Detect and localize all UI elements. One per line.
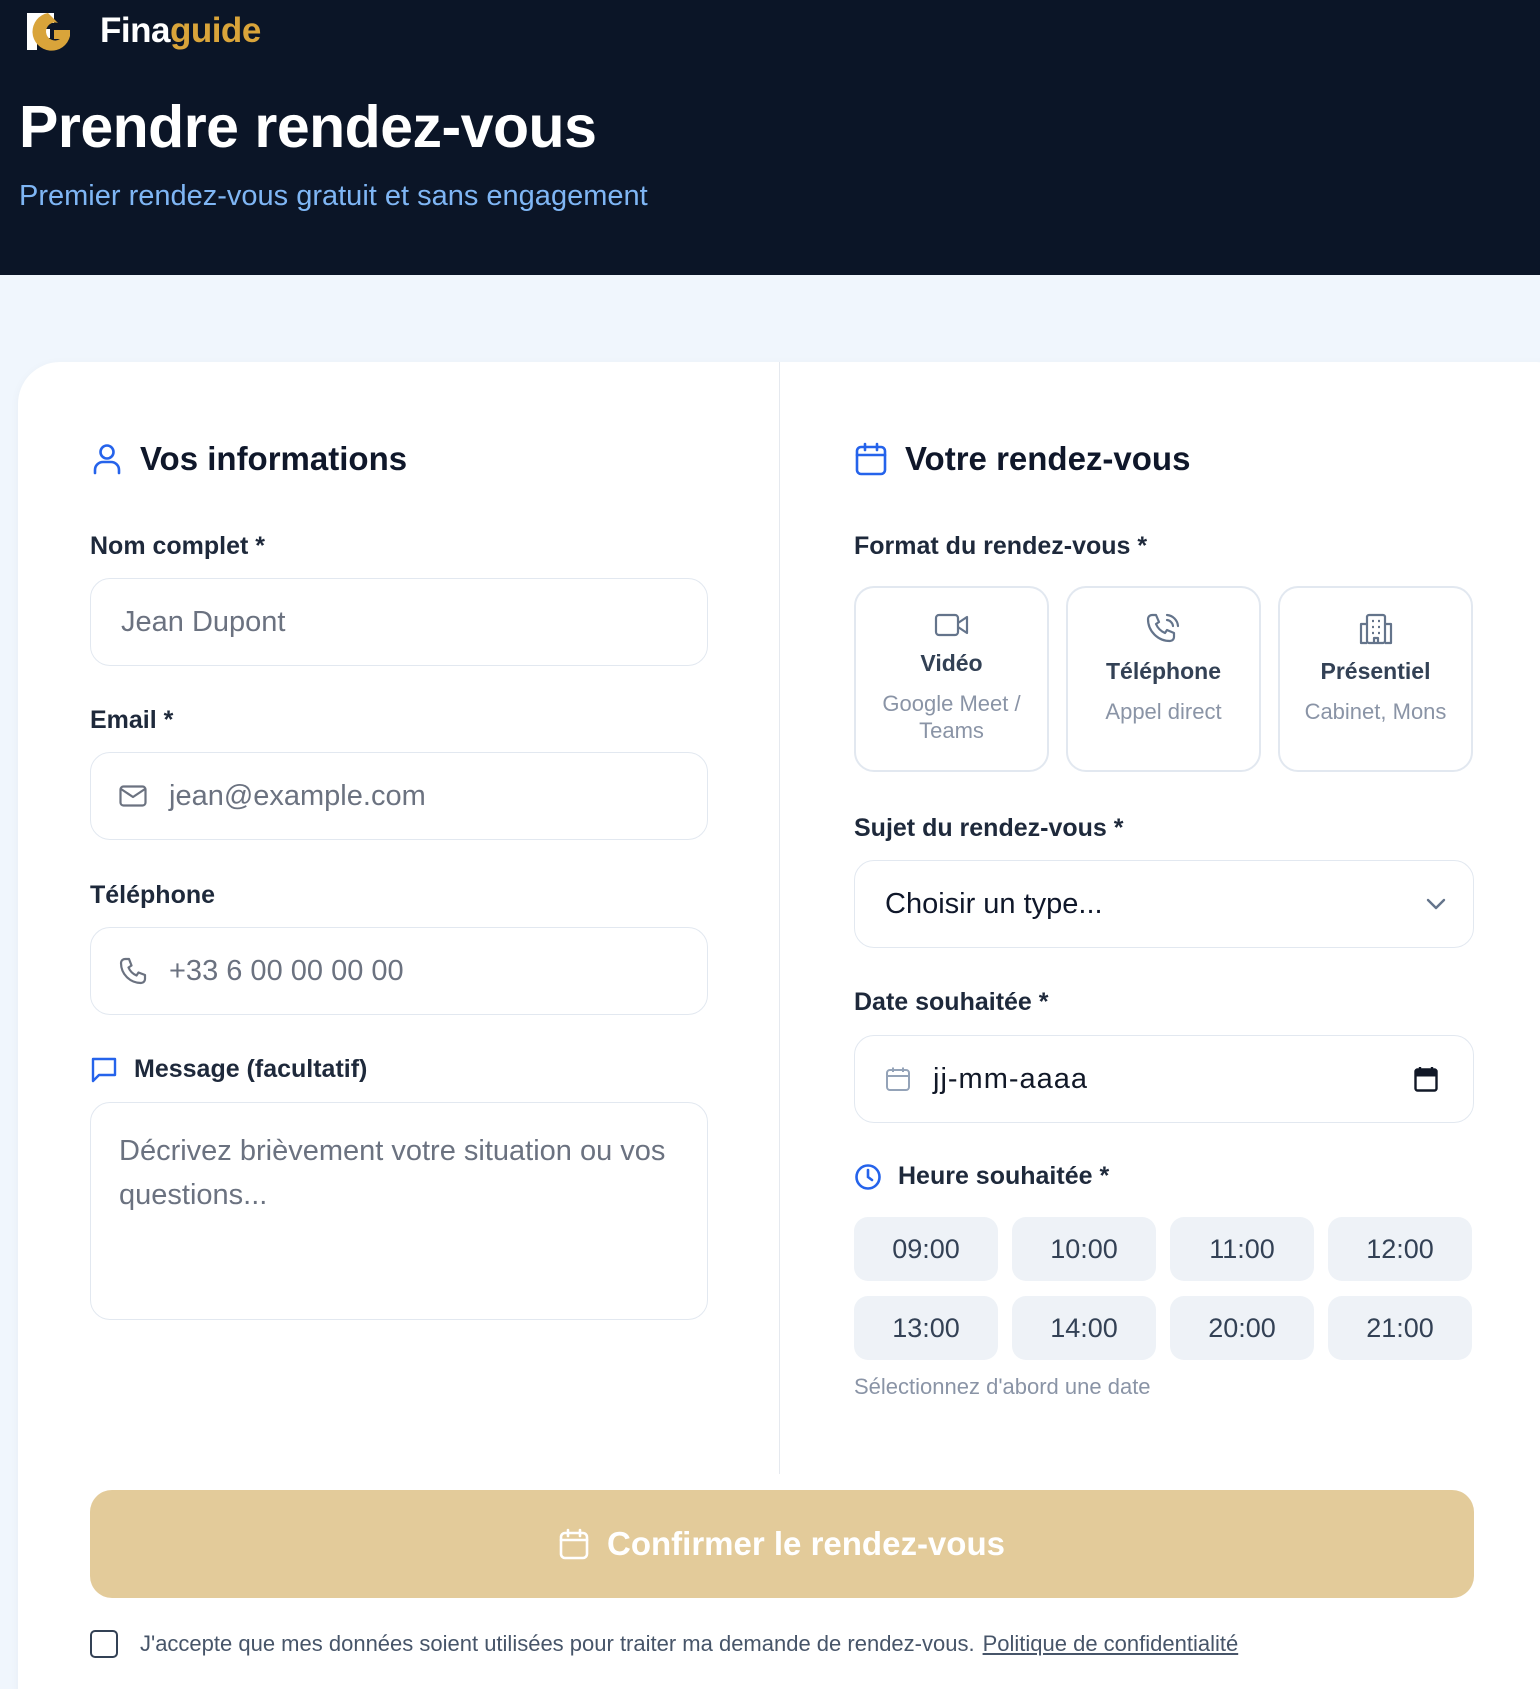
message-label: Message (facultatif) xyxy=(90,1055,367,1084)
format-presentiel-title: Présentiel xyxy=(1320,658,1431,684)
message-textarea[interactable]: Décrivez brièvement votre situation ou v… xyxy=(90,1102,708,1320)
consent-row: J'accepte que mes données soient utilisé… xyxy=(90,1630,1238,1658)
consent-text: J'accepte que mes données soient utilisé… xyxy=(140,1631,975,1656)
email-placeholder: jean@example.com xyxy=(169,779,426,812)
time-slot-1400[interactable]: 14:00 xyxy=(1012,1296,1156,1360)
consent-checkbox[interactable] xyxy=(90,1630,118,1658)
brand[interactable]: Finaguide xyxy=(24,10,261,52)
format-option-video[interactable]: Vidéo Google Meet / Teams xyxy=(854,586,1049,772)
subject-select-value: Choisir un type... xyxy=(885,887,1103,920)
privacy-policy-link[interactable]: Politique de confidentialité xyxy=(983,1631,1239,1657)
name-placeholder: Jean Dupont xyxy=(121,605,286,638)
fg-logo-icon xyxy=(27,13,70,51)
message-label-text: Message (facultatif) xyxy=(134,1055,368,1083)
format-label: Format du rendez-vous * xyxy=(854,532,1148,560)
phone-input[interactable]: +33 6 00 00 00 00 xyxy=(90,927,708,1015)
phone-label: Téléphone xyxy=(90,881,216,909)
date-label: Date souhaitée * xyxy=(854,988,1049,1016)
subject-label: Sujet du rendez-vous * xyxy=(854,814,1124,842)
format-presentiel-desc: Cabinet, Mons xyxy=(1304,699,1447,724)
calendar-icon xyxy=(855,442,887,476)
format-option-presentiel[interactable]: Présentiel Cabinet, Mons xyxy=(1278,586,1473,772)
rdv-section-title-text: Votre rendez-vous xyxy=(905,440,1191,477)
subject-select[interactable]: Choisir un type... xyxy=(854,860,1474,948)
message-placeholder: Décrivez brièvement votre situation ou v… xyxy=(119,1135,666,1211)
user-icon xyxy=(93,444,121,475)
phone-placeholder: +33 6 00 00 00 00 xyxy=(169,954,404,987)
mail-icon xyxy=(119,785,147,807)
format-options: Vidéo Google Meet / Teams Téléphone Appe… xyxy=(854,586,1473,772)
info-section-title-text: Vos informations xyxy=(140,440,408,477)
email-input[interactable]: jean@example.com xyxy=(90,752,708,840)
brand-name-guide: guide xyxy=(169,11,261,50)
date-picker-button-icon[interactable] xyxy=(1414,1066,1438,1092)
time-slot-0900[interactable]: 09:00 xyxy=(854,1217,998,1281)
time-slot-2000[interactable]: 20:00 xyxy=(1170,1296,1314,1360)
phone-icon xyxy=(119,957,147,985)
page-subtitle: Premier rendez-vous gratuit et sans enga… xyxy=(19,180,648,212)
time-slot-2100[interactable]: 21:00 xyxy=(1328,1296,1472,1360)
date-input-value: jj-mm-aaaa xyxy=(933,1062,1089,1095)
time-label-text: Heure souhaitée * xyxy=(898,1162,1110,1190)
calendar-icon xyxy=(559,1528,589,1560)
time-slot-1100[interactable]: 11:00 xyxy=(1170,1217,1314,1281)
date-input[interactable]: jj-mm-aaaa xyxy=(854,1035,1474,1123)
name-label: Nom complet * xyxy=(90,532,266,560)
brand-name-fina: Fina xyxy=(100,11,170,50)
message-icon xyxy=(91,1057,117,1082)
format-option-phone[interactable]: Téléphone Appel direct xyxy=(1066,586,1261,772)
time-slot-1300[interactable]: 13:00 xyxy=(854,1296,998,1360)
date-field-calendar-icon xyxy=(886,1067,910,1091)
page-header: Finaguide Prendre rendez-vous Premier re… xyxy=(0,0,1540,275)
format-video-title: Vidéo xyxy=(920,650,983,676)
phone-call-icon xyxy=(1146,613,1179,643)
column-divider xyxy=(779,362,780,1474)
info-section-title: Vos informations xyxy=(92,440,407,478)
time-slot-grid: 09:00 10:00 11:00 12:00 13:00 14:00 20:0… xyxy=(854,1217,1474,1360)
time-slot-1000[interactable]: 10:00 xyxy=(1012,1217,1156,1281)
video-icon xyxy=(934,613,968,637)
format-phone-desc: Appel direct xyxy=(1105,699,1222,724)
building-icon xyxy=(1359,613,1392,645)
confirm-button-label: Confirmer le rendez-vous xyxy=(607,1525,1005,1562)
time-slot-1200[interactable]: 12:00 xyxy=(1328,1217,1472,1281)
confirm-button[interactable]: Confirmer le rendez-vous xyxy=(90,1490,1474,1598)
page-title: Prendre rendez-vous xyxy=(19,94,597,160)
name-input[interactable]: Jean Dupont xyxy=(90,578,708,666)
format-video-desc: Google Meet / Teams xyxy=(882,691,1021,743)
format-phone-title: Téléphone xyxy=(1105,658,1221,684)
chevron-down-icon xyxy=(1426,898,1446,910)
brand-name: Finaguide xyxy=(100,11,261,51)
time-hint: Sélectionnez d'abord une date xyxy=(854,1374,1151,1399)
rdv-section-title: Votre rendez-vous xyxy=(855,440,1190,478)
clock-icon xyxy=(855,1163,881,1190)
time-label: Heure souhaitée * xyxy=(854,1162,1109,1191)
email-label: Email * xyxy=(90,706,174,734)
